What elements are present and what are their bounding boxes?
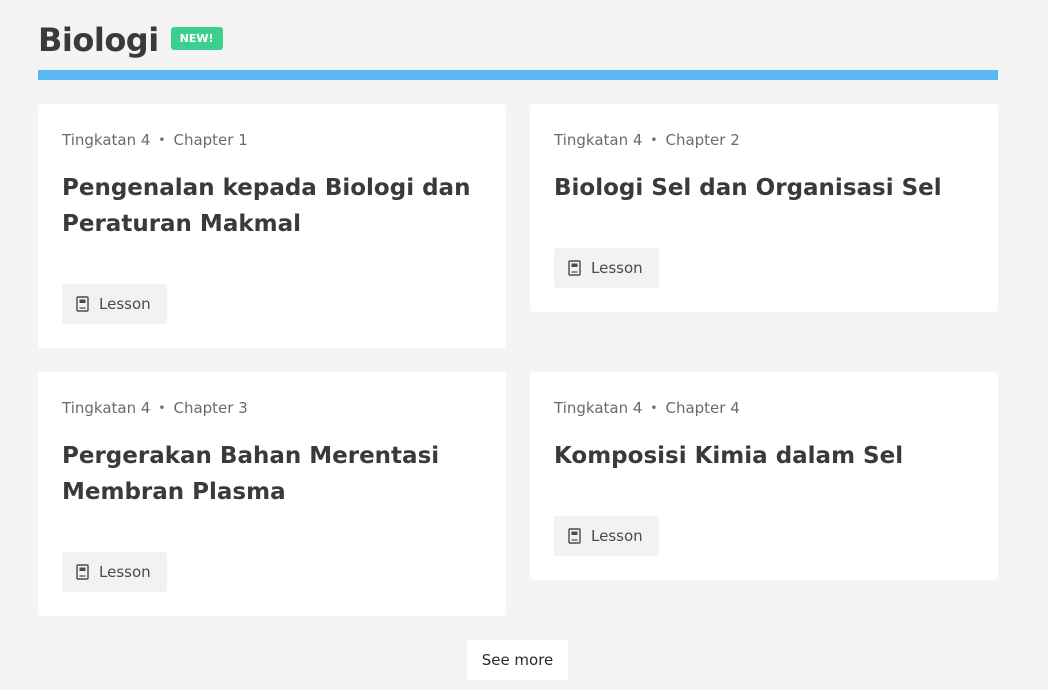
card-chapter: Chapter 1	[173, 131, 248, 149]
meta-separator: •	[158, 401, 166, 415]
chapter-card-2[interactable]: Tingkatan 4 • Chapter 2 Biologi Sel dan Or…	[530, 104, 998, 312]
lesson-book-icon	[568, 260, 581, 276]
lesson-book-icon	[76, 564, 89, 580]
meta-separator: •	[158, 133, 166, 147]
card-chapter: Chapter 2	[665, 131, 740, 149]
lesson-button-label: Lesson	[99, 563, 151, 581]
card-level: Tingkatan 4	[554, 399, 643, 417]
biologi-section: Biologi NEW! Tingkatan 4 • Chapter 1 Penge…	[0, 0, 1048, 690]
card-title[interactable]: Komposisi Kimia dalam Sel	[554, 438, 974, 474]
lesson-button[interactable]: Lesson	[62, 552, 167, 592]
lesson-button[interactable]: Lesson	[554, 516, 659, 556]
card-meta: Tingkatan 4 • Chapter 1	[62, 130, 482, 150]
meta-separator: •	[650, 401, 658, 415]
lesson-button-label: Lesson	[591, 259, 643, 277]
card-title[interactable]: Biologi Sel dan Organisasi Sel	[554, 170, 974, 206]
card-level: Tingkatan 4	[554, 131, 643, 149]
chapter-card-3[interactable]: Tingkatan 4 • Chapter 3 Pergerakan Bahan M…	[38, 372, 506, 616]
card-title[interactable]: Pergerakan Bahan Merentasi Membran Plasm…	[62, 438, 482, 510]
card-meta: Tingkatan 4 • Chapter 4	[554, 398, 974, 418]
meta-separator: •	[650, 133, 658, 147]
card-level: Tingkatan 4	[62, 399, 151, 417]
section-header: Biologi NEW!	[38, 18, 223, 62]
card-level: Tingkatan 4	[62, 131, 151, 149]
card-meta: Tingkatan 4 • Chapter 2	[554, 130, 974, 150]
chapter-card-4[interactable]: Tingkatan 4 • Chapter 4 Komposisi Kimia da…	[530, 372, 998, 580]
card-chapter: Chapter 4	[665, 399, 740, 417]
lesson-button-label: Lesson	[591, 527, 643, 545]
lesson-button[interactable]: Lesson	[62, 284, 167, 324]
card-meta: Tingkatan 4 • Chapter 3	[62, 398, 482, 418]
card-title[interactable]: Pengenalan kepada Biologi dan Peraturan …	[62, 170, 482, 242]
lesson-book-icon	[76, 296, 89, 312]
lesson-button[interactable]: Lesson	[554, 248, 659, 288]
section-title: Biologi	[38, 21, 159, 59]
see-more-button[interactable]: See more	[467, 640, 568, 680]
chapter-card-1[interactable]: Tingkatan 4 • Chapter 1 Pengenalan kepada …	[38, 104, 506, 348]
lesson-button-label: Lesson	[99, 295, 151, 313]
card-chapter: Chapter 3	[173, 399, 248, 417]
new-badge: NEW!	[170, 26, 223, 50]
section-accent-bar	[38, 70, 998, 80]
lesson-book-icon	[568, 528, 581, 544]
